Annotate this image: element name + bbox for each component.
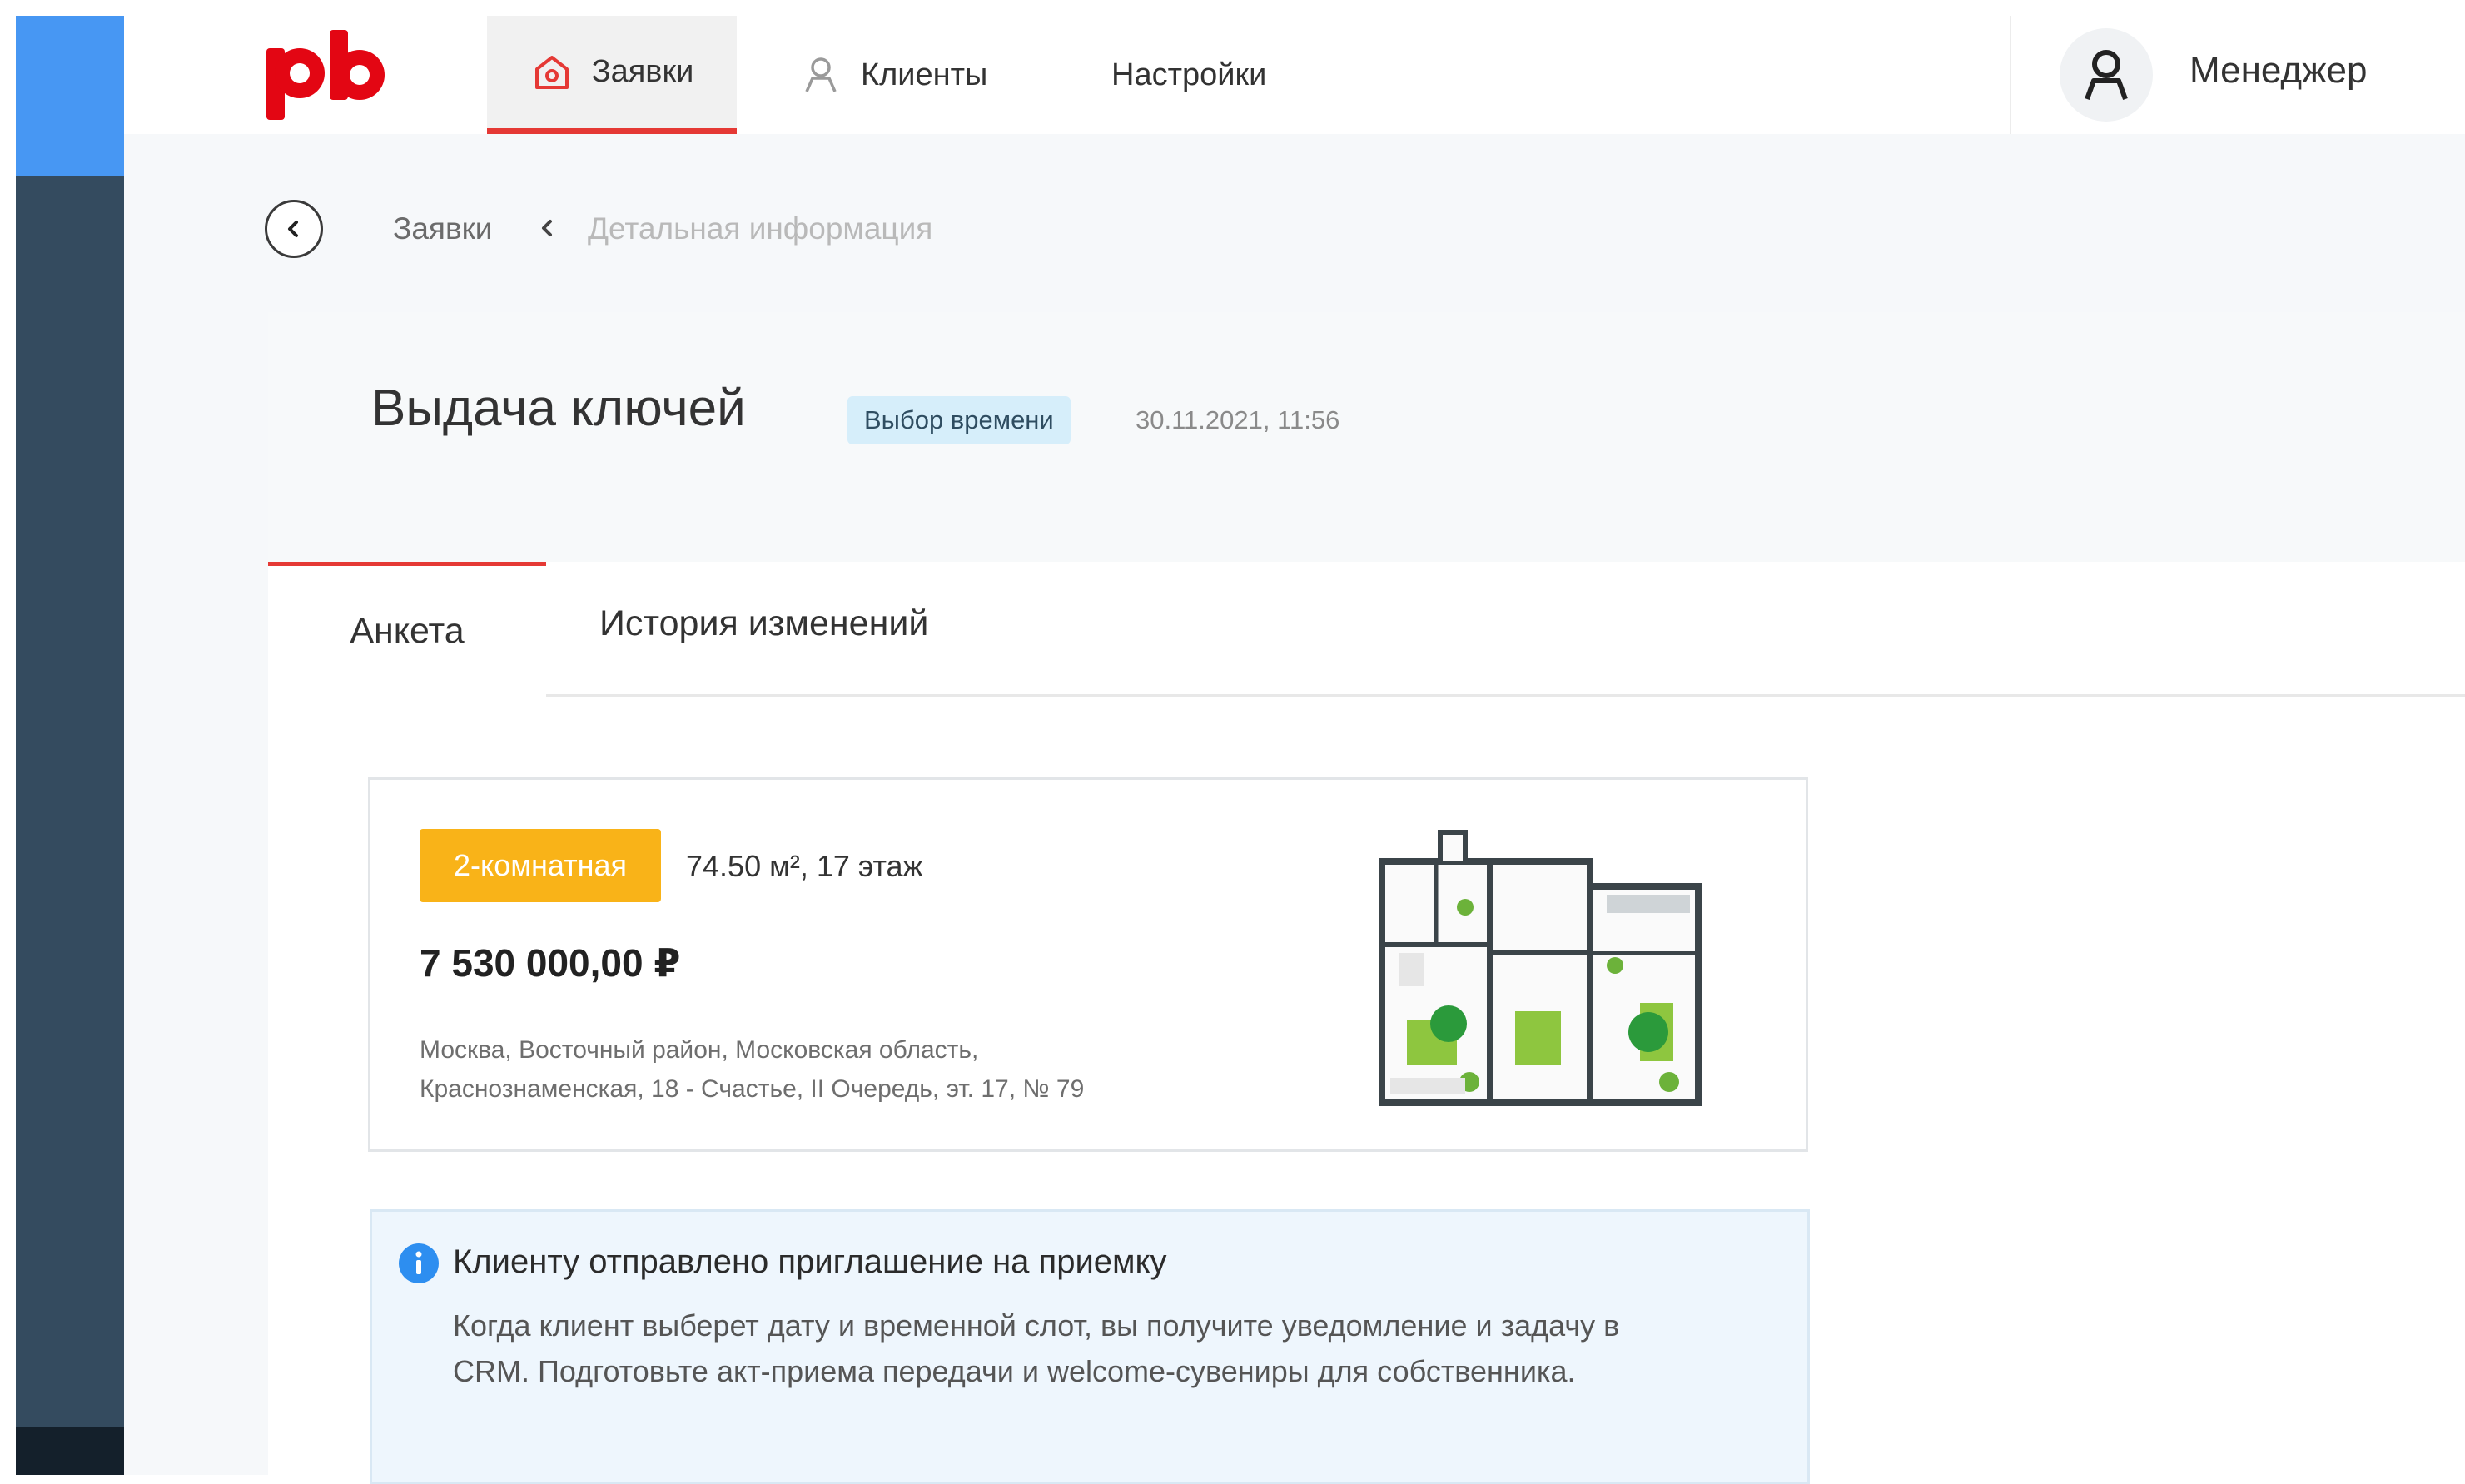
nav-tab-label: Заявки — [591, 54, 694, 89]
nav-tab-settings[interactable]: Настройки — [1111, 16, 1311, 134]
chevron-left-circle-icon — [288, 221, 298, 237]
rooms-badge: 2-комнатная — [420, 829, 661, 902]
sidebar-top-block[interactable] — [16, 16, 124, 176]
nav-tab-label: Настройки — [1111, 57, 1267, 92]
user-icon — [805, 57, 837, 92]
address-line: Москва, Восточный район, Московская обла… — [420, 1036, 979, 1064]
tab-label: Анкета — [350, 611, 465, 651]
floor-plan-image — [1379, 830, 1702, 1106]
tab-history[interactable]: История изменений — [599, 603, 928, 644]
header-divider — [2010, 16, 2011, 134]
user-avatar-icon — [2085, 50, 2128, 101]
breadcrumb-separator-chevron-icon — [542, 220, 552, 236]
nav-tab-clients[interactable]: Клиенты — [799, 16, 1016, 134]
apartment-price: 7 530 000,00 ₽ — [420, 941, 681, 985]
info-icon — [399, 1243, 439, 1283]
back-button[interactable] — [265, 200, 323, 258]
info-body: Когда клиент выберет дату и временной сл… — [453, 1308, 1620, 1388]
request-datetime: 30.11.2021, 11:56 — [1136, 405, 1340, 434]
user-avatar[interactable] — [2060, 28, 2153, 122]
home-icon — [534, 55, 569, 89]
info-title: Клиенту отправлено приглашение на приемк… — [453, 1243, 1167, 1280]
nav-tab-requests[interactable]: Заявки — [487, 16, 737, 134]
tabs-divider — [545, 694, 2465, 697]
tab-questionnaire[interactable]: Анкета — [268, 562, 546, 697]
address-line: Краснознаменская, 18 - Счастье, II Очере… — [420, 1075, 1085, 1103]
breadcrumb-current: Детальная информация — [588, 211, 933, 246]
apartment-address: Москва, Восточный район, Московская обла… — [420, 1030, 1252, 1109]
left-sidebar — [16, 16, 124, 1475]
brand-logo[interactable] — [263, 30, 388, 122]
page-title: Выдача ключей — [371, 380, 746, 437]
breadcrumb-link-requests[interactable]: Заявки — [393, 211, 492, 246]
nav-tab-label: Клиенты — [861, 57, 988, 92]
user-name[interactable]: Менеджер — [2189, 50, 2367, 92]
sidebar-bottom-block — [16, 1427, 124, 1475]
apartment-area-floor: 74.50 м², 17 этаж — [686, 849, 923, 883]
status-badge: Выбор времени — [847, 396, 1071, 444]
